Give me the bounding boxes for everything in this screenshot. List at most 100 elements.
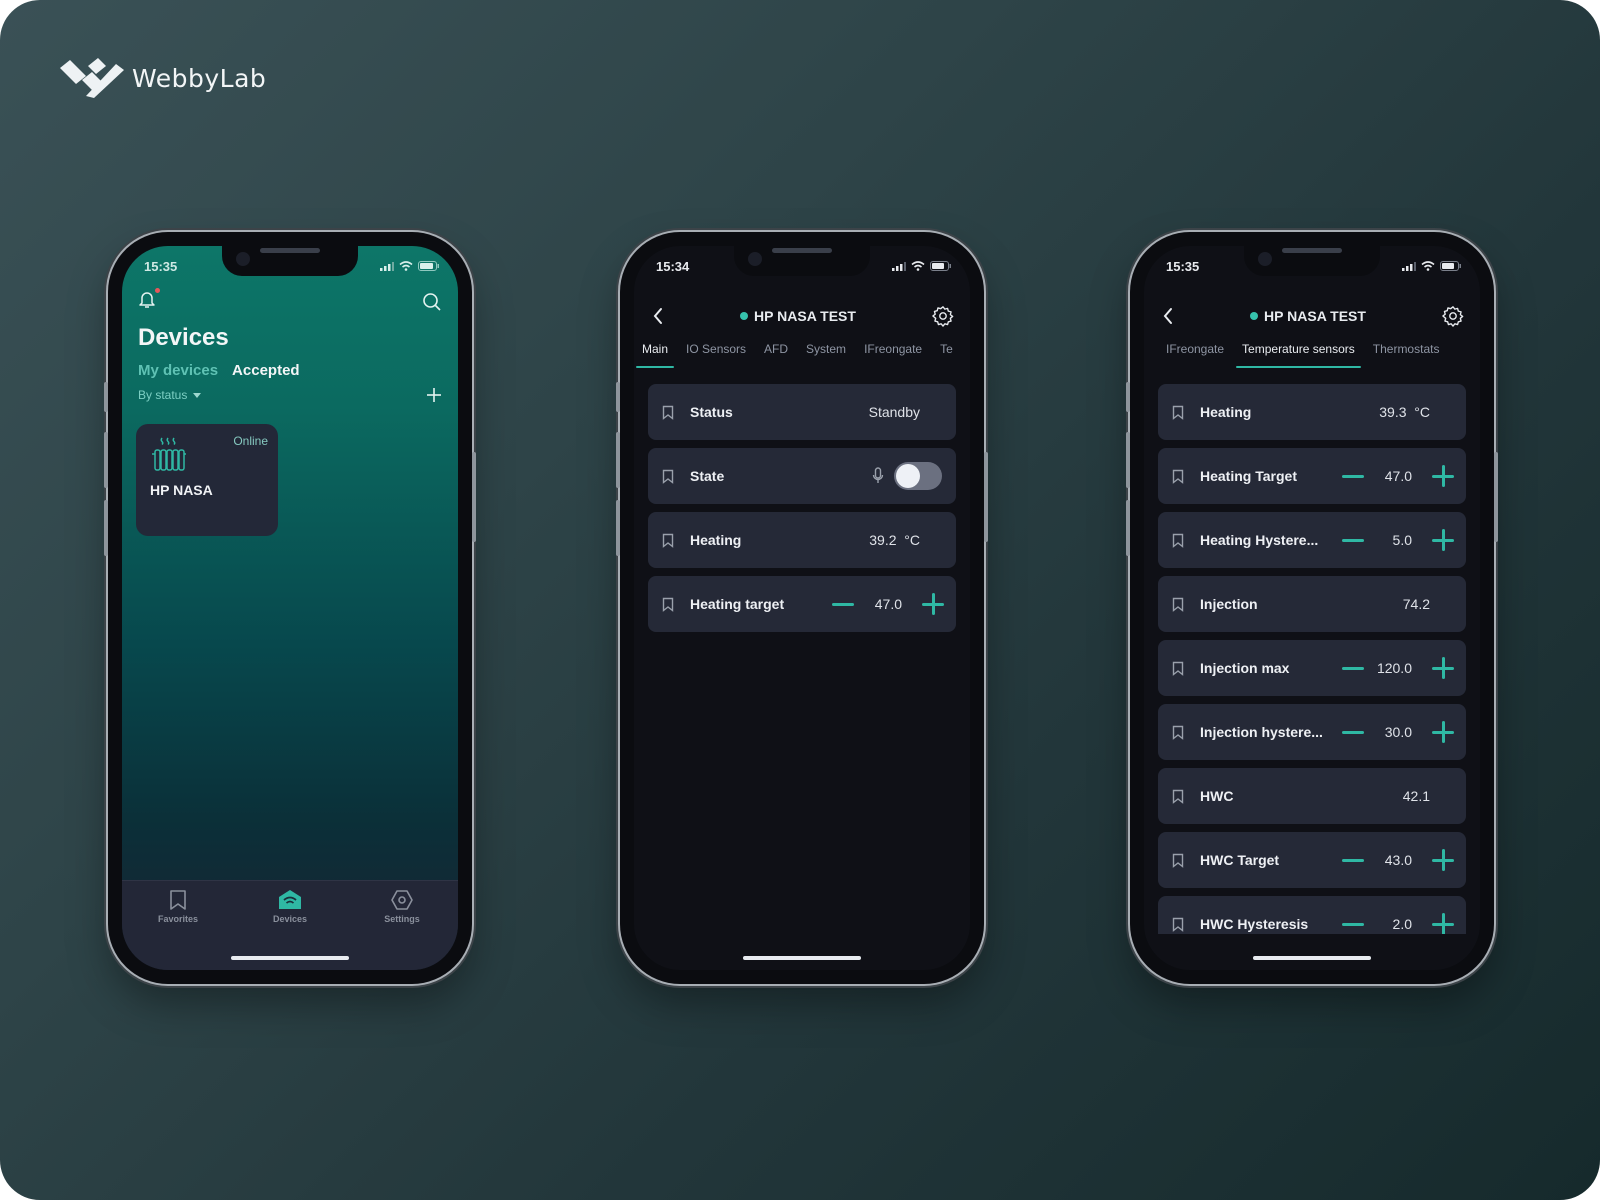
tab-io-sensors[interactable]: IO Sensors <box>686 342 746 368</box>
notification-dot <box>155 287 160 293</box>
decrement-button[interactable] <box>1342 730 1364 734</box>
row-label: Heating target <box>690 596 785 612</box>
parameter-row: Heating 39.3 °C <box>1158 384 1466 440</box>
row-value: 47.0 <box>1384 468 1412 484</box>
tab-system[interactable]: System <box>806 342 846 368</box>
bell-icon <box>139 291 155 308</box>
bookmark-icon[interactable] <box>662 597 674 612</box>
bookmark-icon[interactable] <box>1172 469 1184 484</box>
tab-te[interactable]: Te <box>940 342 953 368</box>
bookmark-icon[interactable] <box>1172 853 1184 868</box>
parameter-row: Injection max 120.0 <box>1158 640 1466 696</box>
device-title-text: HP NASA TEST <box>1264 308 1366 324</box>
back-chevron-icon[interactable] <box>1162 307 1174 325</box>
radiator-icon <box>152 437 186 471</box>
tab-temperature-sensors[interactable]: Temperature sensors <box>1236 342 1361 368</box>
increment-button[interactable] <box>922 593 944 615</box>
notifications-button[interactable] <box>138 287 160 315</box>
tabbar-settings[interactable]: Settings <box>362 889 442 924</box>
tab-ifreongate[interactable]: IFreongate <box>1166 342 1224 368</box>
home-indicator <box>231 956 349 960</box>
microphone-icon[interactable] <box>872 467 884 485</box>
device-card[interactable]: Online HP NASA <box>136 424 278 536</box>
home-wifi-icon <box>279 890 301 909</box>
bookmark-icon[interactable] <box>1172 917 1184 932</box>
increment-button[interactable] <box>1432 465 1454 487</box>
webbylab-logo-icon <box>60 58 124 98</box>
phone-device-main: 15:34 HP NASA TEST Main IO Sensors AFD S… <box>616 232 988 984</box>
decrement-button[interactable] <box>832 602 854 606</box>
bookmark-icon[interactable] <box>1172 661 1184 676</box>
tab-ifreongate[interactable]: IFreongate <box>864 342 922 368</box>
device-name: HP NASA <box>150 482 213 498</box>
wifi-icon <box>911 261 925 271</box>
decrement-button[interactable] <box>1342 538 1364 542</box>
row-value: 39.3 °C <box>1379 404 1430 420</box>
row-value: 42.1 <box>1402 788 1430 804</box>
row-value: 43.0 <box>1384 852 1412 868</box>
parameter-row: HWC Target 43.0 <box>1158 832 1466 888</box>
decrement-button[interactable] <box>1342 474 1364 478</box>
tab-afd[interactable]: AFD <box>764 342 788 368</box>
status-time: 15:34 <box>656 258 690 274</box>
decrement-button[interactable] <box>1342 922 1364 926</box>
status-filter-dropdown[interactable]: By status <box>138 388 202 402</box>
tabbar-devices[interactable]: Devices <box>250 889 330 924</box>
bookmark-icon[interactable] <box>662 405 674 420</box>
tab-my-devices[interactable]: My devices <box>138 362 218 379</box>
row-label: Heating Hystere... <box>1200 532 1319 548</box>
status-time: 15:35 <box>144 258 178 274</box>
bookmark-icon[interactable] <box>662 469 674 484</box>
wifi-icon <box>399 261 413 271</box>
wifi-icon <box>1421 261 1435 271</box>
page-title: Devices <box>138 324 229 351</box>
state-toggle[interactable] <box>894 462 942 490</box>
tab-accepted[interactable]: Accepted <box>232 362 300 379</box>
bookmark-icon[interactable] <box>662 533 674 548</box>
brand-name: WebbyLab <box>132 63 267 93</box>
parameter-list: Heating 39.3 °C Heating Target 47.0 Heating … <box>1158 384 1466 960</box>
signal-icon <box>1402 262 1416 271</box>
increment-button[interactable] <box>1432 913 1454 935</box>
tab-main[interactable]: Main <box>635 342 675 368</box>
background-canvas: WebbyLab 15:35 Devices My devices Accept… <box>0 0 1600 1200</box>
bookmark-icon[interactable] <box>1172 597 1184 612</box>
increment-button[interactable] <box>1432 849 1454 871</box>
bookmark-icon[interactable] <box>1172 533 1184 548</box>
row-value: 120.0 <box>1376 660 1412 676</box>
home-indicator <box>1253 956 1371 960</box>
increment-button[interactable] <box>1432 529 1454 551</box>
increment-button[interactable] <box>1432 657 1454 679</box>
row-label: Heating Target <box>1200 468 1297 484</box>
row-value: 2.0 <box>1392 916 1412 932</box>
parameter-row: Injection 74.2 <box>1158 576 1466 632</box>
bookmark-icon <box>170 890 186 910</box>
gear-icon[interactable] <box>932 305 954 327</box>
phone-devices: 15:35 Devices My devices Accepted By sta… <box>104 232 476 984</box>
decrement-button[interactable] <box>1342 858 1364 862</box>
tab-thermostats[interactable]: Thermostats <box>1373 342 1440 368</box>
tabbar-label: Favorites <box>157 914 199 924</box>
bookmark-icon[interactable] <box>1172 405 1184 420</box>
decrement-button[interactable] <box>1342 666 1364 670</box>
battery-icon <box>418 261 439 271</box>
battery-icon <box>1440 261 1461 271</box>
bookmark-icon[interactable] <box>1172 789 1184 804</box>
row-value: 39.2 °C <box>869 532 920 548</box>
row-value: 74.2 <box>1402 596 1430 612</box>
phone-temperature-sensors: 15:35 HP NASA TEST IFreongate Temperatur… <box>1126 232 1498 984</box>
back-chevron-icon[interactable] <box>652 307 664 325</box>
tabbar-favorites[interactable]: Favorites <box>138 889 218 924</box>
gear-icon[interactable] <box>1442 305 1464 327</box>
device-status-badge: Online <box>233 434 268 448</box>
add-device-icon[interactable] <box>426 387 442 403</box>
device-title-text: HP NASA TEST <box>754 308 856 324</box>
bookmark-icon[interactable] <box>1172 725 1184 740</box>
search-icon[interactable] <box>422 292 442 312</box>
online-indicator <box>1250 312 1259 320</box>
online-indicator <box>740 312 749 320</box>
home-indicator <box>743 956 861 960</box>
row-value: 30.0 <box>1384 724 1412 740</box>
increment-button[interactable] <box>1432 721 1454 743</box>
status-time: 15:35 <box>1166 258 1200 274</box>
